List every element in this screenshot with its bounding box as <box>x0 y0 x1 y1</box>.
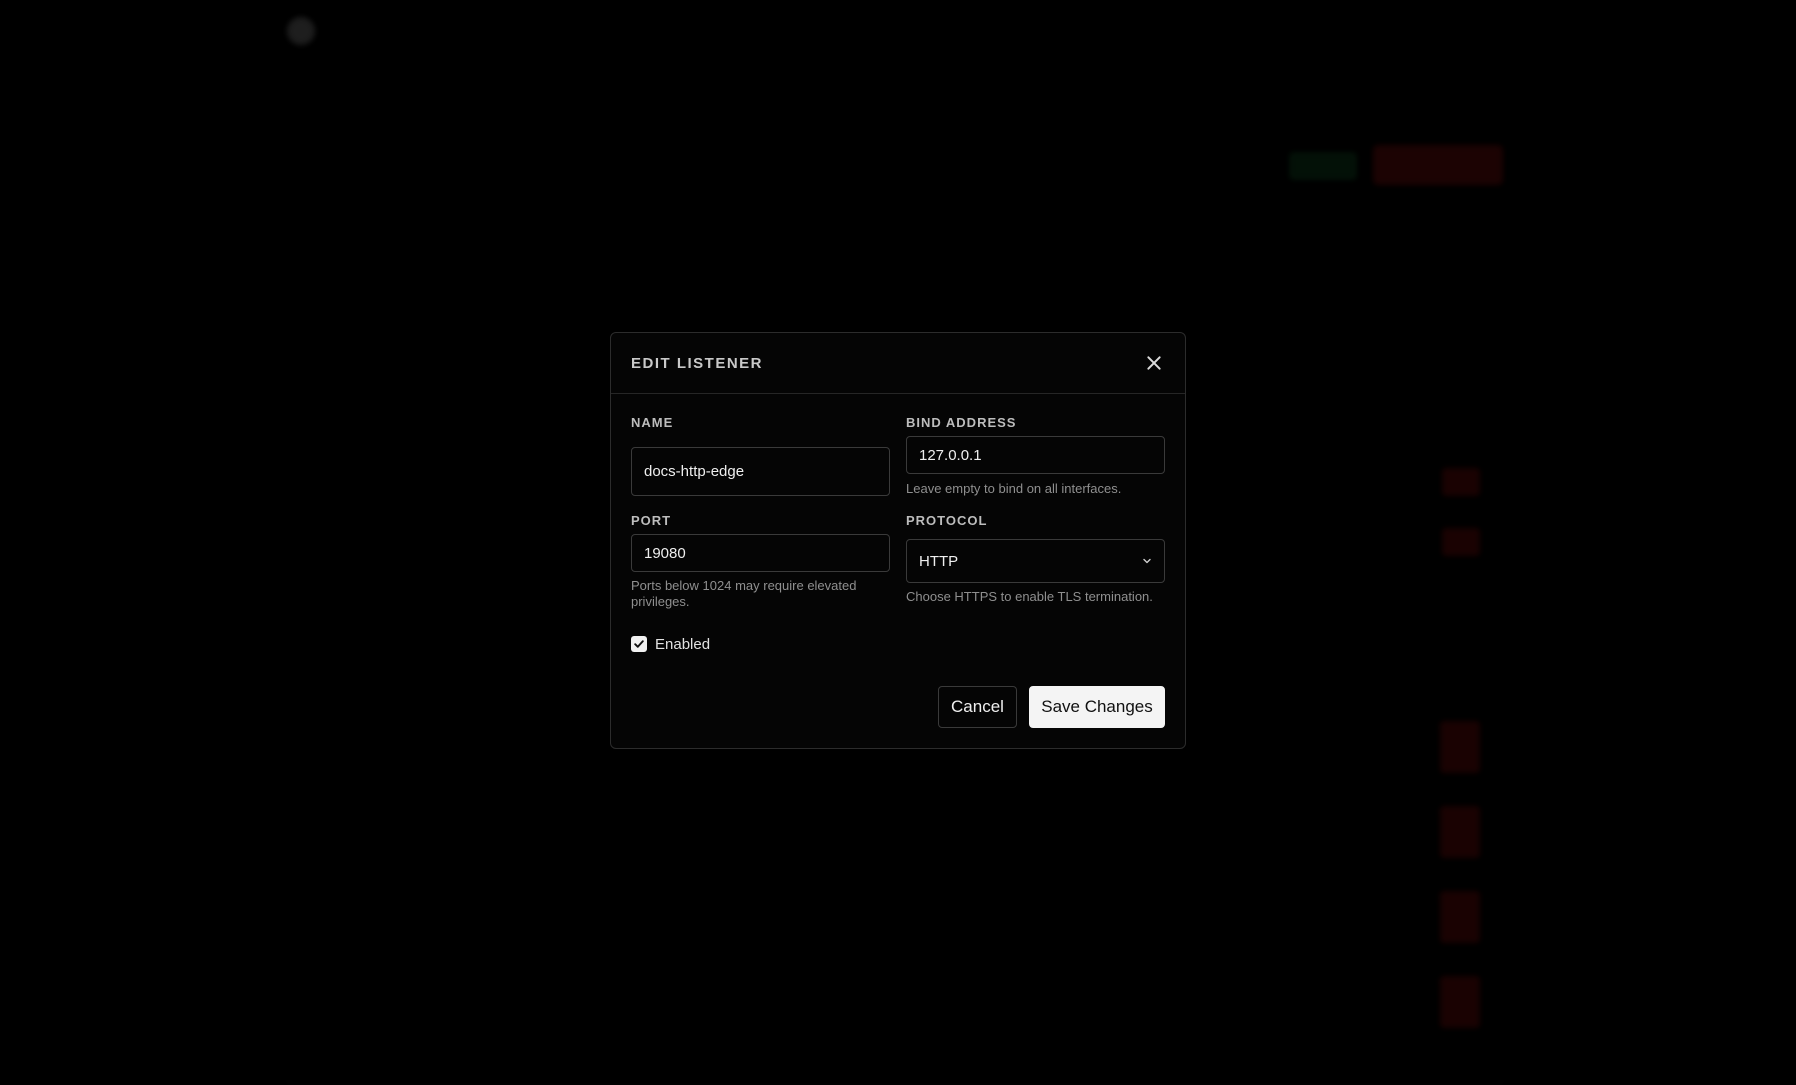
edit-listener-dialog: EDIT LISTENER NAME BIND ADDRESS Leave em… <box>610 332 1186 749</box>
port-label: PORT <box>631 513 672 528</box>
chevron-down-icon <box>1143 558 1151 564</box>
close-icon[interactable] <box>1143 352 1165 374</box>
protocol-selected-value: HTTP <box>919 552 959 570</box>
dialog-title: EDIT LISTENER <box>631 354 764 372</box>
protocol-select[interactable]: HTTP <box>906 539 1165 583</box>
cancel-button[interactable]: Cancel <box>938 686 1017 728</box>
enabled-checkbox[interactable] <box>631 636 647 652</box>
bind-address-hint: Leave empty to bind on all interfaces. <box>906 481 1122 496</box>
checkmark-icon <box>634 640 644 648</box>
dialog-header: EDIT LISTENER <box>611 333 1185 394</box>
save-changes-button[interactable]: Save Changes <box>1029 686 1165 728</box>
protocol-label: PROTOCOL <box>906 513 988 528</box>
enabled-label: Enabled <box>655 636 711 653</box>
port-input[interactable] <box>631 534 890 572</box>
name-input[interactable] <box>631 447 890 496</box>
bind-address-input[interactable] <box>906 436 1165 474</box>
name-label: NAME <box>631 415 674 430</box>
protocol-hint: Choose HTTPS to enable TLS termination. <box>906 589 1153 604</box>
bind-address-label: BIND ADDRESS <box>906 415 1017 430</box>
port-hint: Ports below 1024 may require elevated pr… <box>631 578 857 609</box>
